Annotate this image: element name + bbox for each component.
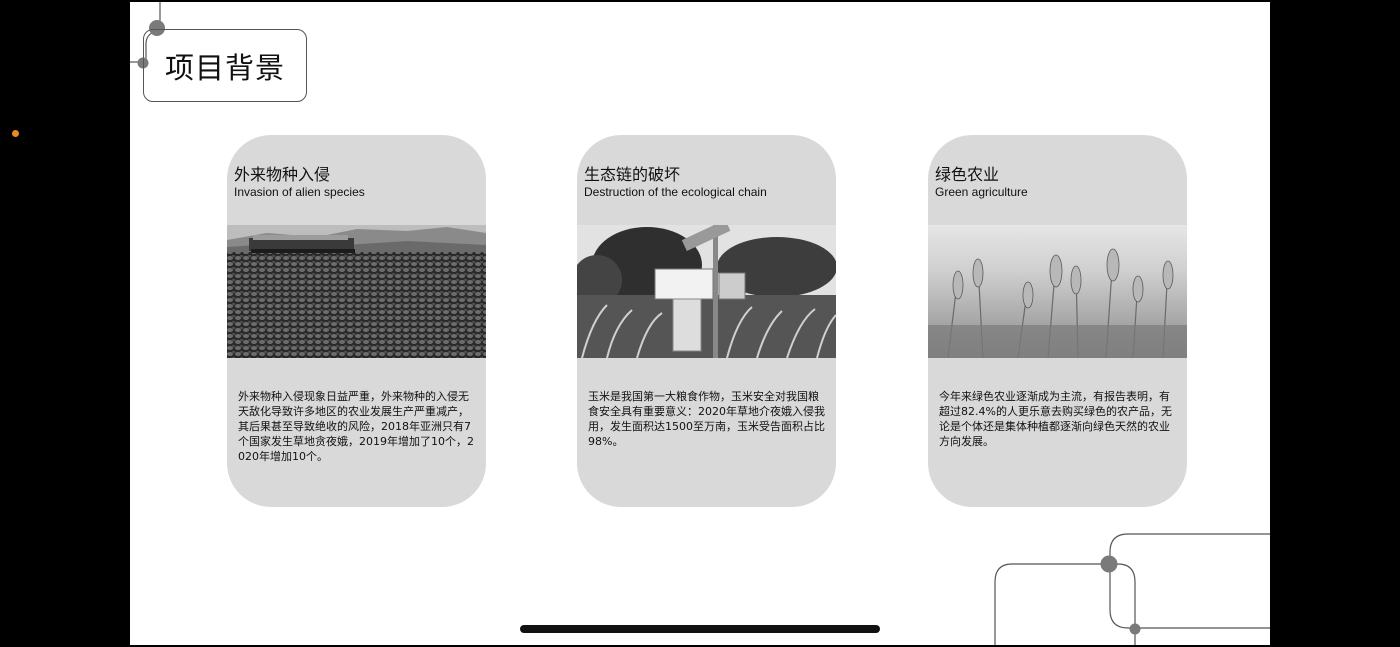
card-title-en: Destruction of the ecological chain bbox=[584, 185, 767, 199]
status-dot-icon bbox=[12, 130, 19, 137]
card-description: 今年来绿色农业逐渐成为主流，有报告表明，有超过82.4%的人更乐意去购买绿色的农… bbox=[939, 390, 1172, 448]
wheat-field-photo-icon bbox=[928, 225, 1187, 358]
water-hyacinth-photo-icon bbox=[227, 225, 486, 358]
card-title-en: Green agriculture bbox=[935, 185, 1028, 199]
card-title-zh: 绿色农业 bbox=[935, 165, 1000, 184]
page-title: 项目背景 bbox=[164, 50, 285, 85]
corner-decoration-bottom bbox=[994, 533, 1270, 645]
card-title-en: Invasion of alien species bbox=[234, 185, 365, 199]
decoration-dot bbox=[1100, 555, 1118, 573]
corn-field-monitor-photo-icon bbox=[577, 225, 836, 358]
card-title-zh: 生态链的破坏 bbox=[584, 165, 681, 184]
screen: 项目背景 外来物种入侵 Invasion of alien species 外来… bbox=[0, 0, 1400, 647]
decoration-dot bbox=[1129, 623, 1141, 635]
presentation-slide: 项目背景 外来物种入侵 Invasion of alien species 外来… bbox=[130, 2, 1270, 645]
card-alien-species: 外来物种入侵 Invasion of alien species 外来物种入侵现… bbox=[227, 135, 486, 507]
home-indicator-bar[interactable] bbox=[520, 625, 880, 633]
title-box: 项目背景 bbox=[143, 29, 307, 102]
card-description: 玉米是我国第一大粮食作物，玉米安全对我国粮食安全具有重要意义：2020年草地介夜… bbox=[588, 390, 825, 448]
card-title-zh: 外来物种入侵 bbox=[234, 165, 331, 184]
card-ecological-chain: 生态链的破坏 Destruction of the ecological cha… bbox=[577, 135, 836, 507]
card-description: 外来物种入侵现象日益严重，外来物种的入侵无天敌化导致许多地区的农业发展生产严重减… bbox=[238, 390, 474, 463]
card-green-agriculture: 绿色农业 Green agriculture 今年来绿色农业逐渐成为主流，有报告… bbox=[928, 135, 1187, 507]
